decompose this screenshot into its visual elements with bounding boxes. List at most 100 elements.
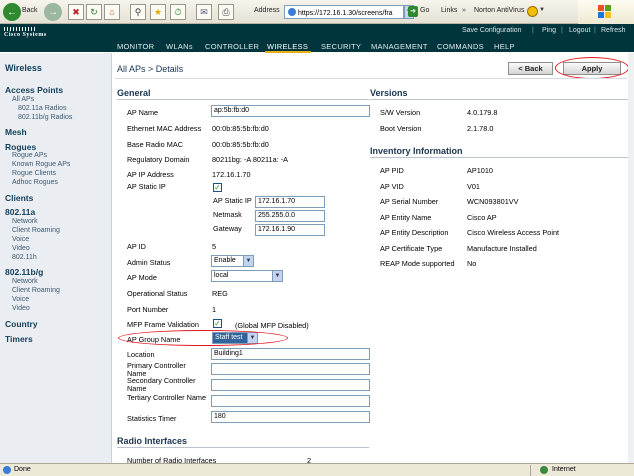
nav-management[interactable]: MANAGEMENT <box>371 42 428 51</box>
go-button[interactable]: Go <box>420 7 429 14</box>
home-icon[interactable]: ⌂ <box>104 4 120 20</box>
norton-dropdown-icon[interactable]: ▼ <box>539 7 545 13</box>
stop-icon[interactable]: ✖ <box>68 4 84 20</box>
refresh-link[interactable]: Refresh <box>601 27 626 34</box>
ping-link[interactable]: Ping <box>542 27 556 34</box>
top-link-separator: | <box>594 27 596 34</box>
forward-arrow-icon[interactable]: → <box>44 3 62 21</box>
ap-vid-label: AP VID <box>380 182 404 191</box>
ap-ip-value: 172.16.1.70 <box>212 170 251 179</box>
chevron-right-icon[interactable]: » <box>462 7 470 17</box>
sidebar-item-known-rogue-aps[interactable]: Known Rogue APs <box>12 161 70 168</box>
logout-link[interactable]: Logout <box>569 27 590 34</box>
admin-status-select[interactable]: Enable ▼ <box>211 255 254 267</box>
admin-status-label: Admin Status <box>127 258 171 267</box>
favorites-icon[interactable]: ★ <box>150 4 166 20</box>
netmask-field[interactable]: 255.255.0.0 <box>255 210 325 222</box>
address-bar[interactable]: https://172.16.1.30/screens/fra <box>284 5 404 19</box>
windows-logo <box>578 0 634 24</box>
ap-static-ip-checkbox[interactable]: ✓ <box>213 183 222 192</box>
sidebar-item-mesh[interactable]: Mesh <box>5 127 27 137</box>
back-label[interactable]: Back <box>22 7 38 14</box>
sidebar-item-all-aps[interactable]: All APs <box>12 96 34 103</box>
boot-version-label: Boot Version <box>380 124 422 133</box>
sidebar-item-network[interactable]: Network <box>12 218 38 225</box>
mfp-validation-checkbox[interactable]: ✓ <box>213 319 222 328</box>
sidebar-item-voice[interactable]: Voice <box>12 296 29 303</box>
print-icon[interactable]: ⎙ <box>218 4 234 20</box>
nav-security[interactable]: SECURITY <box>321 42 361 51</box>
ap-id-value: 5 <box>212 242 217 251</box>
history-icon[interactable]: ⏱ <box>170 4 186 20</box>
norton-icon[interactable] <box>527 6 538 17</box>
ap-mode-select[interactable]: local ▼ <box>211 270 283 282</box>
sidebar-item-80211a[interactable]: 802.11a <box>5 207 35 217</box>
statistics-timer-field[interactable]: 180 <box>211 411 370 423</box>
ap-entity-description-value: Cisco Wireless Access Point <box>467 228 560 237</box>
links-label[interactable]: Links <box>441 7 457 14</box>
sidebar-item-rogue-aps[interactable]: Rogue APs <box>12 152 47 159</box>
sidebar-item-adhoc-rogues[interactable]: Adhoc Rogues <box>12 179 58 186</box>
statistics-timer-label: Statistics Timer <box>127 414 177 423</box>
radio-divider <box>117 447 369 448</box>
port-number-value: 1 <box>212 305 217 314</box>
sidebar-item-80211bg-radios[interactable]: 802.11b/g Radios <box>18 114 72 121</box>
sidebar-item-80211bg[interactable]: 802.11b/g <box>5 267 43 277</box>
sidebar-item-voice[interactable]: Voice <box>12 236 29 243</box>
reap-mode-label: REAP Mode supported <box>380 259 455 268</box>
gateway-field[interactable]: 172.16.1.90 <box>255 224 325 236</box>
scrollbar[interactable] <box>628 53 634 463</box>
nav-controller[interactable]: CONTROLLER <box>205 42 259 51</box>
ap-static-ip-label: AP Static IP <box>127 182 166 191</box>
address-label: Address <box>254 7 280 14</box>
inventory-divider <box>370 157 628 158</box>
sidebar-item-80211a-radios[interactable]: 802.11a Radios <box>18 105 67 112</box>
sidebar-title: Wireless <box>5 63 42 73</box>
save-configuration-link[interactable]: Save Configuration <box>462 27 522 34</box>
versions-section-title: Versions <box>370 88 408 98</box>
search-icon[interactable]: ⚲ <box>130 4 146 20</box>
sidebar-item-clients[interactable]: Clients <box>5 193 33 203</box>
sidebar-item-country[interactable]: Country <box>5 319 38 329</box>
mail-icon[interactable]: ✉ <box>196 4 212 20</box>
sidebar-item-80211h[interactable]: 802.11h <box>12 254 37 261</box>
static-ip-sub-label: AP Static IP <box>213 196 252 205</box>
back-button[interactable]: < Back <box>508 62 553 75</box>
breadcrumb: All APs > Details <box>117 64 184 74</box>
refresh-icon[interactable]: ↻ <box>86 4 102 20</box>
boot-version-value: 2.1.78.0 <box>467 124 494 133</box>
sidebar-item-rogue-clients[interactable]: Rogue Clients <box>12 170 56 177</box>
ap-certificate-type-value: Manufacture Installed <box>467 244 537 253</box>
sidebar-item-timers[interactable]: Timers <box>5 334 33 344</box>
go-arrow-icon[interactable]: ➜ <box>408 6 418 17</box>
nav-wlans[interactable]: WLANs <box>166 42 193 51</box>
secondary-controller-field[interactable] <box>211 379 370 391</box>
sidebar-item-video[interactable]: Video <box>12 245 30 252</box>
sidebar-item-network[interactable]: Network <box>12 278 38 285</box>
sidebar-item-client-roaming[interactable]: Client Roaming <box>12 227 60 234</box>
regulatory-domain-label: Regulatory Domain <box>127 155 190 164</box>
location-field[interactable]: Building1 <box>211 348 370 360</box>
nav-help[interactable]: HELP <box>494 42 515 51</box>
static-ip-field[interactable]: 172.16.1.70 <box>255 196 325 208</box>
top-link-separator: | <box>532 27 534 34</box>
nav-wireless[interactable]: WIRELESS <box>267 42 308 51</box>
header-band <box>0 24 634 52</box>
nav-commands[interactable]: COMMANDS <box>437 42 484 51</box>
netmask-label: Netmask <box>213 210 242 219</box>
address-url[interactable]: https://172.16.1.30/screens/fra <box>298 10 393 17</box>
sidebar-item-video[interactable]: Video <box>12 305 30 312</box>
norton-label[interactable]: Norton AntiVirus <box>474 7 524 14</box>
apply-highlight-circle <box>555 57 629 79</box>
location-label: Location <box>127 350 155 359</box>
sidebar-item-client-roaming[interactable]: Client Roaming <box>12 287 60 294</box>
ethernet-mac-label: Ethernet MAC Address <box>127 124 202 133</box>
ap-entity-name-label: AP Entity Name <box>380 213 432 222</box>
nav-monitor[interactable]: MONITOR <box>117 42 154 51</box>
tertiary-controller-field[interactable] <box>211 395 370 407</box>
sidebar-item-access-points[interactable]: Access Points <box>5 85 63 95</box>
back-arrow-icon[interactable]: ← <box>3 3 21 21</box>
sidebar-item-rogues[interactable]: Rogues <box>5 142 36 152</box>
ap-name-field[interactable]: ap:5b:fb:d0 <box>211 105 370 117</box>
primary-controller-field[interactable] <box>211 363 370 375</box>
